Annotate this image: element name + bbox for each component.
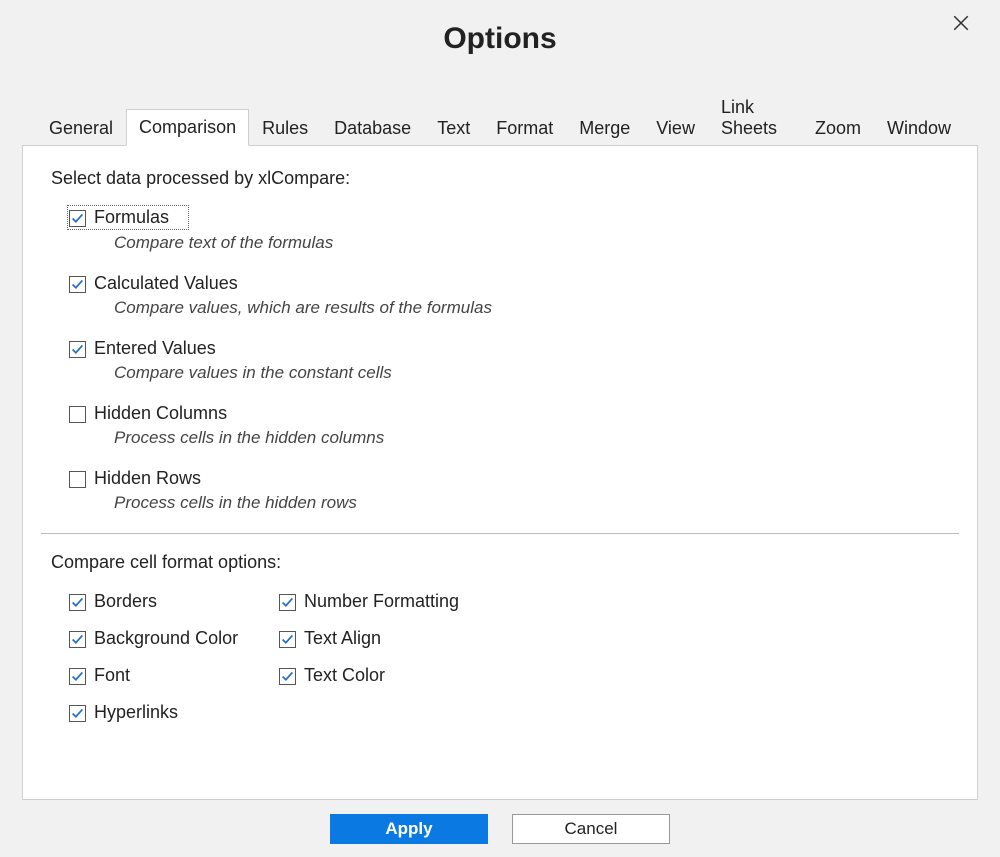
checkbox-entered-values[interactable] — [69, 341, 86, 358]
tab-view[interactable]: View — [643, 110, 708, 146]
option-label: Font — [94, 665, 130, 686]
option-label: Text Align — [304, 628, 381, 649]
checkbox-font[interactable] — [69, 668, 86, 685]
option-description: Process cells in the hidden rows — [114, 493, 949, 513]
checkbox-text-color[interactable] — [279, 668, 296, 685]
option-hidden-columns[interactable]: Hidden Columns — [69, 403, 949, 424]
format-option-background-color[interactable]: Background Color — [69, 628, 279, 649]
checkbox-borders[interactable] — [69, 594, 86, 611]
format-option-text-align[interactable]: Text Align — [279, 628, 489, 649]
option-description: Compare text of the formulas — [114, 233, 949, 253]
option-label: Calculated Values — [94, 273, 238, 294]
tab-general[interactable]: General — [36, 110, 126, 146]
tab-bar: GeneralComparisonRulesDatabaseTextFormat… — [0, 88, 1000, 145]
option-label: Formulas — [94, 207, 169, 228]
option-label: Hyperlinks — [94, 702, 178, 723]
checkbox-hyperlinks[interactable] — [69, 705, 86, 722]
option-hidden-rows[interactable]: Hidden Rows — [69, 468, 949, 489]
option-calculated-values[interactable]: Calculated Values — [69, 273, 949, 294]
dialog-title: Options — [0, 0, 1000, 56]
option-label: Hidden Columns — [94, 403, 227, 424]
tab-zoom[interactable]: Zoom — [802, 110, 874, 146]
checkbox-hidden-rows[interactable] — [69, 471, 86, 488]
format-option-font[interactable]: Font — [69, 665, 279, 686]
option-formulas[interactable]: Formulas — [68, 206, 188, 229]
apply-button[interactable]: Apply — [330, 814, 488, 844]
section2-heading: Compare cell format options: — [51, 552, 949, 573]
checkbox-hidden-columns[interactable] — [69, 406, 86, 423]
option-description: Compare values in the constant cells — [114, 363, 949, 383]
tab-link-sheets[interactable]: Link Sheets — [708, 89, 802, 146]
option-description: Compare values, which are results of the… — [114, 298, 949, 318]
option-label: Text Color — [304, 665, 385, 686]
format-option-borders[interactable]: Borders — [69, 591, 279, 612]
option-label: Hidden Rows — [94, 468, 201, 489]
option-label: Number Formatting — [304, 591, 459, 612]
cancel-button[interactable]: Cancel — [512, 814, 670, 844]
tab-window[interactable]: Window — [874, 110, 964, 146]
checkbox-text-align[interactable] — [279, 631, 296, 648]
option-label: Borders — [94, 591, 157, 612]
tab-format[interactable]: Format — [483, 110, 566, 146]
format-option-text-color[interactable]: Text Color — [279, 665, 489, 686]
tab-rules[interactable]: Rules — [249, 110, 321, 146]
tab-comparison[interactable]: Comparison — [126, 109, 249, 146]
tab-text[interactable]: Text — [424, 110, 483, 146]
tab-merge[interactable]: Merge — [566, 110, 643, 146]
section1-heading: Select data processed by xlCompare: — [51, 168, 949, 189]
checkbox-background-color[interactable] — [69, 631, 86, 648]
tab-database[interactable]: Database — [321, 110, 424, 146]
checkbox-formulas[interactable] — [69, 210, 86, 227]
close-icon — [952, 17, 970, 36]
option-label: Background Color — [94, 628, 238, 649]
option-entered-values[interactable]: Entered Values — [69, 338, 949, 359]
checkbox-calculated-values[interactable] — [69, 276, 86, 293]
option-description: Process cells in the hidden columns — [114, 428, 949, 448]
section-divider — [41, 533, 959, 534]
checkbox-number-formatting[interactable] — [279, 594, 296, 611]
option-label: Entered Values — [94, 338, 216, 359]
format-option-number-formatting[interactable]: Number Formatting — [279, 591, 489, 612]
format-option-hyperlinks[interactable]: Hyperlinks — [69, 702, 279, 723]
close-button[interactable] — [952, 14, 976, 38]
dialog-button-row: Apply Cancel — [0, 814, 1000, 844]
tab-panel-comparison: Select data processed by xlCompare: Form… — [22, 145, 978, 800]
